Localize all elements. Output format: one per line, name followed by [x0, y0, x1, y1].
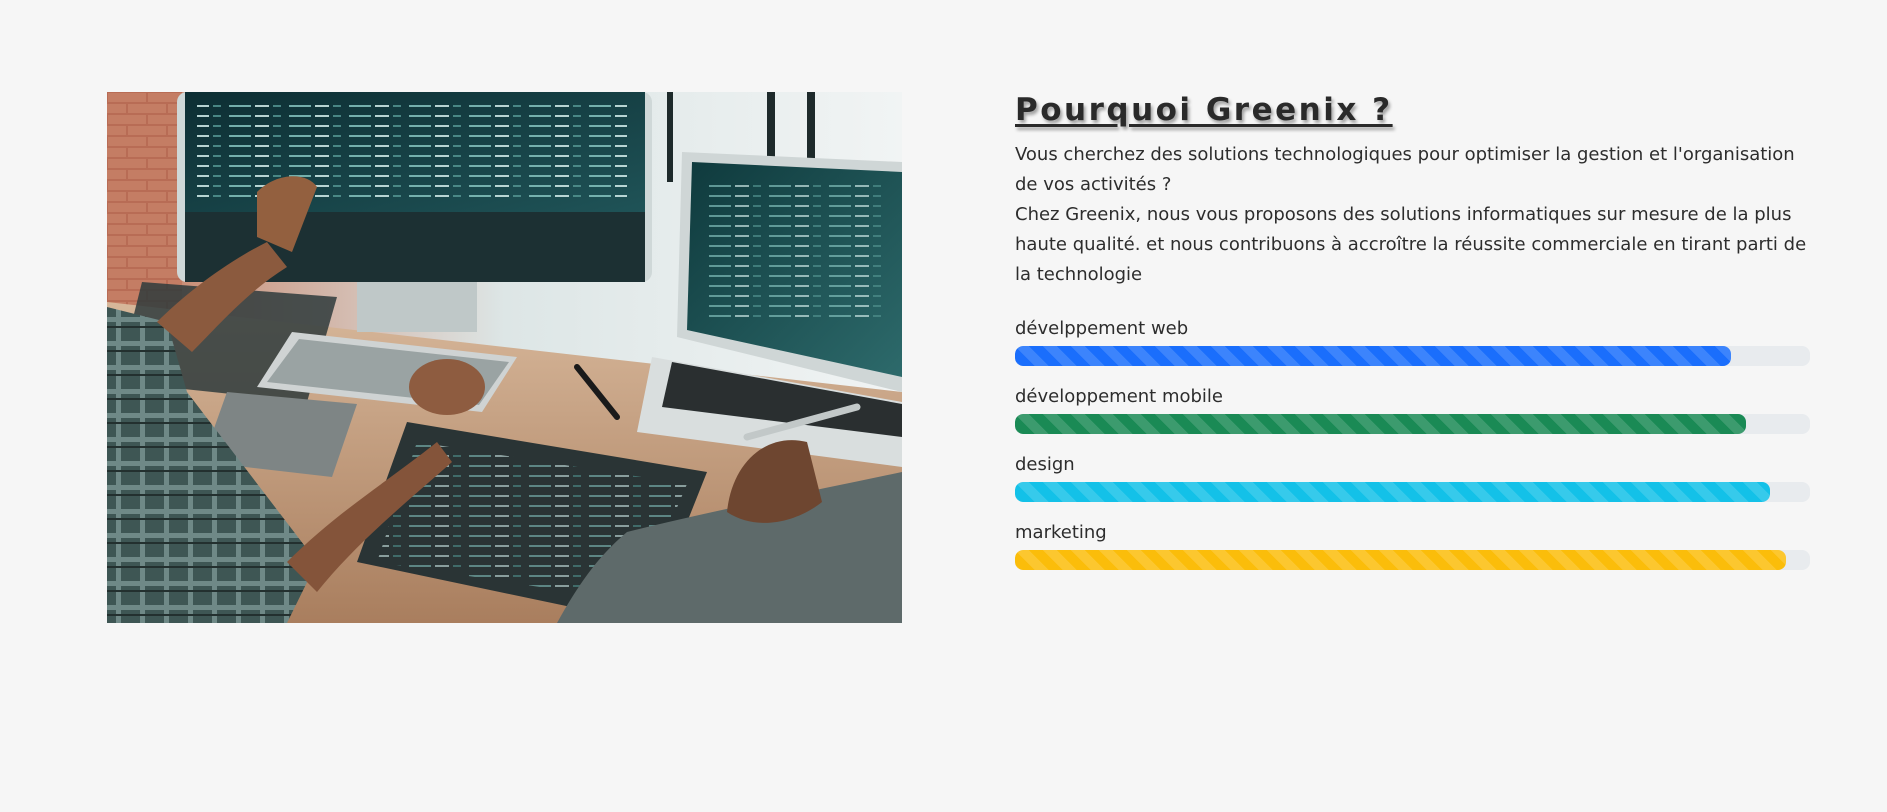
progress-bar-web	[1015, 346, 1731, 366]
progress-track	[1015, 482, 1810, 502]
developers-photo	[107, 92, 902, 623]
progress-bar-mobile	[1015, 414, 1747, 434]
section-intro: Vous cherchez des solutions technologiqu…	[1015, 140, 1811, 290]
page: Pourquoi Greenix ? Vous cherchez des sol…	[0, 0, 1887, 812]
why-greenix-section: Pourquoi Greenix ? Vous cherchez des sol…	[1015, 88, 1811, 590]
section-title: Pourquoi Greenix ?	[1015, 92, 1393, 128]
progress-track	[1015, 550, 1810, 570]
skill-label: dévelppement web	[1015, 318, 1189, 339]
intro-line-2: Chez Greenix, nous vous proposons des so…	[1015, 204, 1807, 285]
skill-web: dévelppement web	[1015, 318, 1811, 366]
skills-list: dévelppement web développement mobile de…	[1015, 318, 1811, 570]
intro-line-1: Vous cherchez des solutions technologiqu…	[1015, 144, 1795, 195]
skill-design: design	[1015, 454, 1811, 502]
skill-mobile: développement mobile	[1015, 386, 1811, 434]
progress-bar-design	[1015, 482, 1771, 502]
skill-marketing: marketing	[1015, 522, 1811, 570]
skill-label: marketing	[1015, 522, 1107, 543]
skill-label: design	[1015, 454, 1075, 475]
progress-track	[1015, 414, 1810, 434]
skill-label: développement mobile	[1015, 386, 1224, 407]
progress-bar-marketing	[1015, 550, 1787, 570]
progress-track	[1015, 346, 1810, 366]
